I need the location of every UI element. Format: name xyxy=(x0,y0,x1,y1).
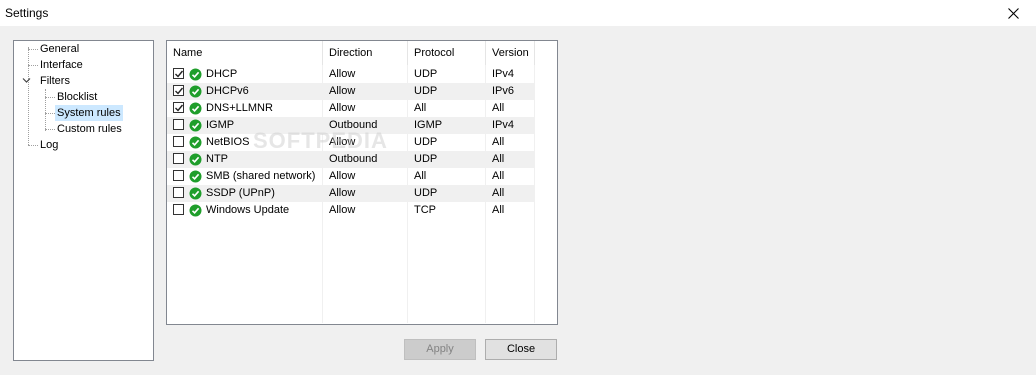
rule-version: IPv4 xyxy=(492,68,515,80)
rule-checkbox[interactable] xyxy=(173,68,184,79)
rule-direction: Allow xyxy=(329,204,356,216)
checkmark-icon xyxy=(175,87,184,95)
rule-direction: Allow xyxy=(329,136,356,148)
rule-direction: Allow xyxy=(329,102,356,114)
rule-checkbox[interactable] xyxy=(173,170,184,181)
rule-direction: Outbound xyxy=(329,119,378,131)
tree-item-label: Log xyxy=(40,139,59,151)
rule-protocol: All xyxy=(414,170,427,182)
rule-direction: Outbound xyxy=(329,153,378,165)
allowed-check-icon xyxy=(189,204,202,217)
rule-protocol: UDP xyxy=(414,187,438,199)
rule-direction: Allow xyxy=(329,170,356,182)
tree-connector xyxy=(28,47,29,145)
rule-name: DHCP xyxy=(206,68,238,80)
table-row[interactable]: Windows Update Allow TCP All xyxy=(167,202,535,219)
column-header-direction[interactable]: Direction xyxy=(323,41,408,65)
tree-connector xyxy=(28,145,38,146)
tree-item-label: General xyxy=(40,43,80,55)
apply-button[interactable]: Apply xyxy=(404,339,476,360)
table-row[interactable]: DHCP Allow UDP IPv4 xyxy=(167,66,535,83)
rule-protocol: All xyxy=(414,102,427,114)
tree-connector xyxy=(45,129,55,130)
rule-protocol: TCP xyxy=(414,204,436,216)
table-row[interactable]: NetBIOS Allow UDP All xyxy=(167,134,535,151)
table-row[interactable]: DNS+LLMNR Allow All All xyxy=(167,100,535,117)
rule-checkbox[interactable] xyxy=(173,153,184,164)
tree-item-label: Filters xyxy=(40,75,70,87)
settings-tree[interactable]: General Interface Filters Blocklist Syst… xyxy=(13,40,154,361)
allowed-check-icon xyxy=(189,102,202,115)
tree-item-label: Custom rules xyxy=(57,123,122,135)
tree-connector xyxy=(28,65,38,66)
column-header-name[interactable]: Name xyxy=(167,41,323,65)
system-rules-list[interactable]: Name Direction Protocol Version DHCP Allo… xyxy=(166,40,558,325)
rule-version: All xyxy=(492,204,505,216)
tree-connector xyxy=(28,49,38,50)
allowed-check-icon xyxy=(189,170,202,183)
rule-checkbox[interactable] xyxy=(173,136,184,147)
rule-protocol: UDP xyxy=(414,136,438,148)
rule-protocol: IGMP xyxy=(414,119,443,131)
tree-connector xyxy=(45,89,46,131)
table-row[interactable]: NTP Outbound UDP All xyxy=(167,151,535,168)
rule-direction: Allow xyxy=(329,68,356,80)
rule-version: All xyxy=(492,170,505,182)
allowed-check-icon xyxy=(189,119,202,132)
close-button[interactable]: Close xyxy=(485,339,557,360)
table-row[interactable]: SSDP (UPnP) Allow UDP All xyxy=(167,185,535,202)
rule-version: All xyxy=(492,102,505,114)
close-icon xyxy=(1007,7,1019,19)
window-title: Settings xyxy=(5,6,49,20)
column-header-protocol[interactable]: Protocol xyxy=(408,41,486,65)
allowed-check-icon xyxy=(189,85,202,98)
column-header-version[interactable]: Version xyxy=(486,41,535,65)
rule-checkbox[interactable] xyxy=(173,187,184,198)
rule-protocol: UDP xyxy=(414,85,438,97)
rule-checkbox[interactable] xyxy=(173,204,184,215)
allowed-check-icon xyxy=(189,153,202,166)
rule-checkbox[interactable] xyxy=(173,119,184,130)
rule-name: Windows Update xyxy=(206,204,290,216)
rule-name: DHCPv6 xyxy=(206,85,249,97)
tree-connector xyxy=(45,97,55,98)
allowed-check-icon xyxy=(189,68,202,81)
tree-item-label: Interface xyxy=(40,59,83,71)
tree-item-label: System rules xyxy=(55,105,123,121)
rule-direction: Allow xyxy=(329,187,356,199)
rule-version: All xyxy=(492,136,505,148)
title-bar: Settings xyxy=(0,0,1036,26)
table-row[interactable]: DHCPv6 Allow UDP IPv6 xyxy=(167,83,535,100)
close-window-button[interactable] xyxy=(990,0,1036,26)
rule-name: DNS+LLMNR xyxy=(206,102,273,114)
tree-connector xyxy=(45,113,55,114)
rule-direction: Allow xyxy=(329,85,356,97)
rule-version: All xyxy=(492,153,505,165)
table-row[interactable]: SMB (shared network) Allow All All xyxy=(167,168,535,185)
rule-version: IPv4 xyxy=(492,119,515,131)
rule-name: NTP xyxy=(206,153,228,165)
table-row[interactable]: IGMP Outbound IGMP IPv4 xyxy=(167,117,535,134)
rule-name: IGMP xyxy=(206,119,235,131)
rule-protocol: UDP xyxy=(414,153,438,165)
allowed-check-icon xyxy=(189,187,202,200)
allowed-check-icon xyxy=(189,136,202,149)
chevron-down-icon[interactable] xyxy=(22,76,31,85)
rule-version: IPv6 xyxy=(492,85,515,97)
rule-name: SSDP (UPnP) xyxy=(206,187,275,199)
rule-checkbox[interactable] xyxy=(173,102,184,113)
rule-protocol: UDP xyxy=(414,68,438,80)
list-header: Name Direction Protocol Version xyxy=(167,41,535,65)
tree-item-label: Blocklist xyxy=(57,91,98,103)
checkmark-icon xyxy=(175,104,184,112)
rule-name: NetBIOS xyxy=(206,136,250,148)
rule-version: All xyxy=(492,187,505,199)
rule-checkbox[interactable] xyxy=(173,85,184,96)
checkmark-icon xyxy=(175,70,184,78)
rule-name: SMB (shared network) xyxy=(206,170,316,182)
